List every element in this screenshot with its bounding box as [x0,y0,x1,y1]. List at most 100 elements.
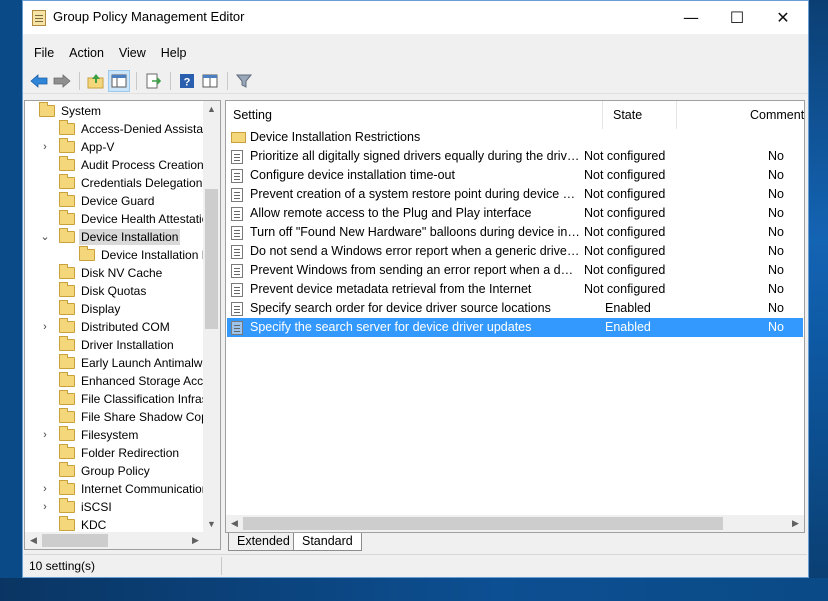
tree-item-label: Device Health Attestation [81,212,216,226]
tree-item[interactable]: Enhanced Storage Access [25,372,220,390]
scroll-down-icon[interactable]: ▼ [203,516,220,533]
tree-item-label: Folder Redirection [81,446,180,460]
folder-icon [231,132,246,143]
minimize-button[interactable]: — [668,1,714,33]
setting-row[interactable]: Prevent Windows from sending an error re… [227,261,803,280]
tab-standard[interactable]: Standard [293,533,362,551]
tree-item[interactable]: Device Health Attestation [25,210,215,228]
show-hide-tree-icon[interactable] [108,69,130,92]
chevron-right-icon[interactable]: › [39,480,51,498]
setting-row[interactable]: Specify search order for device driver s… [227,299,803,318]
tree-item[interactable]: Early Launch Antimalware [25,354,220,372]
tree-vertical-scrollbar[interactable]: ▲ ▼ [203,101,220,533]
scroll-right-icon[interactable]: ▶ [787,515,804,532]
close-button[interactable]: ✕ [760,1,806,33]
menu-bar: File Action View Help [23,44,808,66]
export-list-icon[interactable] [142,70,164,92]
tree-item[interactable]: Folder Redirection [25,444,205,462]
list-horizontal-scrollbar[interactable]: ◀ ▶ [226,515,804,532]
tree-item[interactable]: Device Installation Restrictions [25,246,220,264]
tree-item[interactable]: › iSCSI [25,498,205,516]
tree-item-label: Device Installation [79,229,181,245]
tree-item[interactable]: Display [25,300,205,318]
tree-item[interactable]: File Share Shadow Copy [25,408,214,426]
setting-row[interactable]: Allow remote access to the Plug and Play… [227,204,803,223]
title-bar[interactable]: Group Policy Management Editor — ☐ ✕ [23,1,808,34]
menu-file[interactable]: File [27,44,62,66]
status-text: 10 setting(s) [29,559,96,573]
scroll-up-icon[interactable]: ▲ [203,101,220,118]
setting-row[interactable]: Prioritize all digitally signed drivers … [227,147,803,166]
settings-list[interactable]: Setting State Comment Device Installatio… [225,100,805,533]
forward-icon[interactable] [51,70,73,92]
scroll-thumb[interactable] [243,517,723,530]
tree-item[interactable]: › Distributed COM [25,318,205,336]
setting-state: Not configured [584,206,666,220]
setting-row[interactable]: Do not send a Windows error report when … [227,242,803,261]
column-header-comment[interactable]: Comment [677,101,804,129]
column-header-state[interactable]: State [603,101,677,129]
tree-item[interactable]: › App-V [25,138,205,156]
menu-help[interactable]: Help [154,44,195,66]
tree-item[interactable]: Disk Quotas [25,282,205,300]
setting-name: Do not send a Windows error report when … [250,244,580,258]
policy-setting-icon [231,283,243,297]
no-expander [39,336,51,354]
maximize-button[interactable]: ☐ [714,1,760,33]
properties-icon[interactable] [199,70,221,92]
scroll-thumb[interactable] [42,534,108,547]
column-header-setting[interactable]: Setting [226,101,603,129]
tree-item[interactable]: › Internet Communication [25,480,208,498]
no-expander [39,210,51,228]
folder-icon [59,138,75,153]
tree-item[interactable]: Device Guard [25,192,205,210]
setting-comment: No [768,187,784,201]
list-folder-row[interactable]: Device Installation Restrictions [227,128,803,147]
help-icon[interactable]: ? [176,70,198,92]
no-expander [39,462,51,480]
tab-extended[interactable]: Extended [228,533,299,551]
chevron-right-icon[interactable]: › [39,426,51,444]
no-expander [39,390,51,408]
tree-item[interactable]: File Classification Infrastructure [25,390,220,408]
desktop-background-bottom [0,578,828,601]
setting-name: Prioritize all digitally signed drivers … [250,149,580,163]
desktop-background [808,0,828,601]
tree-item[interactable]: › Filesystem [25,426,205,444]
setting-row[interactable]: Configure device installation time-out No… [227,166,803,185]
folder-icon [59,192,75,207]
folder-name: Device Installation Restrictions [250,130,421,144]
scroll-left-icon[interactable]: ◀ [25,532,42,549]
folder-icon [39,102,55,117]
tree-item[interactable]: Driver Installation [25,336,205,354]
setting-name: Configure device installation time-out [250,168,455,182]
no-expander [39,282,51,300]
filter-icon[interactable] [233,70,255,92]
setting-row[interactable]: Turn off "Found New Hardware" balloons d… [227,223,803,242]
chevron-right-icon[interactable]: › [39,138,51,156]
tree-item[interactable]: System [25,102,205,120]
setting-row[interactable]: Prevent device metadata retrieval from t… [227,280,803,299]
tree-item[interactable]: Audit Process Creation [25,156,205,174]
menu-action[interactable]: Action [62,44,112,66]
tree-item[interactable]: Disk NV Cache [25,264,205,282]
menu-view[interactable]: View [112,44,154,66]
chevron-right-icon[interactable]: › [39,498,51,516]
tree-item[interactable]: ⌄ Device Installation [25,228,205,246]
console-tree[interactable]: System Access-Denied Assistance › App-V Audi… [24,100,221,550]
setting-comment: No [768,225,784,239]
tree-item[interactable]: Credentials Delegation [25,174,205,192]
up-folder-icon[interactable] [85,70,107,92]
chevron-down-icon[interactable]: ⌄ [39,228,51,246]
folder-icon [59,444,75,459]
tree-item[interactable]: Access-Denied Assistance [25,120,220,138]
back-icon[interactable] [28,70,50,92]
setting-row[interactable]: Prevent creation of a system restore poi… [227,185,803,204]
chevron-right-icon[interactable]: › [39,318,51,336]
scroll-thumb[interactable] [205,189,218,329]
tree-horizontal-scrollbar[interactable]: ◀ ▶ [25,532,220,549]
scroll-right-icon[interactable]: ▶ [187,532,204,549]
scroll-left-icon[interactable]: ◀ [226,515,243,532]
setting-row[interactable]: Specify the search server for device dri… [227,318,803,337]
tree-item[interactable]: Group Policy [25,462,205,480]
